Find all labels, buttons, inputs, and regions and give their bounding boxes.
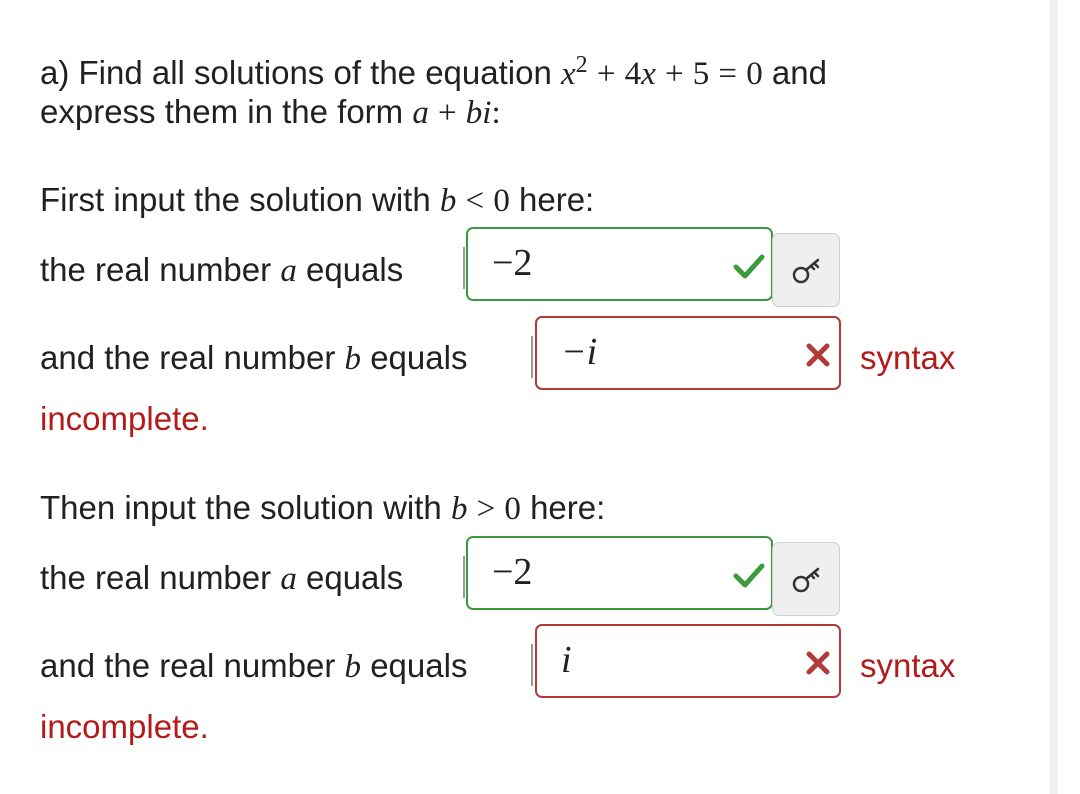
part2-b-label-suffix: equals [370,647,468,684]
part1-a-input[interactable]: −2 [466,227,773,301]
part1-a-label-var: a [280,253,297,289]
part1-a-label-suffix: equals [305,251,404,288]
part2-a-label: the real number a equals [40,558,403,599]
part2-b-cursor [531,644,533,686]
part2-b-status: syntax [860,647,956,684]
part1-b-label-suffix: equals [370,339,468,376]
part1-b-status: syntax [860,339,956,376]
part2-intro-op: > [476,491,496,527]
part1-a-label: the real number a equals [40,250,403,291]
part2-a-syntax-help-button[interactable] [772,542,840,616]
part1-intro-val: 0 [493,183,510,219]
equation: x2 + 4x + 5 = 0 [561,52,772,92]
question-prefix: a) Find all solutions of the equation [40,54,552,91]
part1-a-syntax-help-button[interactable] [772,233,840,307]
eq-equals: = [718,56,738,92]
scrollbar-track[interactable] [1050,0,1058,794]
part2-a-label-suffix: equals [305,559,404,596]
part2-a-value: −2 [492,551,533,593]
eq-constant: 5 [692,56,710,92]
part1-b-label: and the real number b equals [40,338,467,379]
eq-x: x [561,56,576,92]
eq-coef: 4 [624,56,642,92]
part2-intro-prefix: Then input the solution with [40,489,442,526]
part2-b-label-var: b [344,649,362,685]
eq-rhs: 0 [746,56,763,92]
part2-b-label-prefix: and the real number [40,647,336,684]
part1-intro-prefix: First input the solution with [40,181,431,218]
key-icon [792,258,820,284]
cross-icon [806,651,830,675]
form-b: b [465,95,483,131]
part1-b-label-prefix: and the real number [40,339,336,376]
check-icon [733,254,765,279]
part1-intro: First input the solution with b < 0 here… [40,180,594,221]
form-colon: : [491,95,501,131]
part2-intro-val: 0 [504,491,521,527]
part2-b-input[interactable]: i [535,624,841,698]
question-line-1: a) Find all solutions of the equation x2… [40,45,827,94]
part2-b-label: and the real number b equals [40,646,467,687]
form-plus: + [438,95,457,131]
question-line-2: express them in the form a + bi: [40,92,501,133]
part2-intro-suffix: here: [530,489,606,526]
cross-icon [806,343,830,367]
part2-intro-var: b [450,491,468,527]
form-prefix: express them in the form [40,93,404,130]
part1-a-value: −2 [492,242,533,284]
part2-intro: Then input the solution with b > 0 here: [40,488,605,529]
eq-x-linear: x [641,56,656,92]
part2-a-label-var: a [280,561,297,597]
eq-exponent: 2 [575,52,588,78]
part2-a-label-prefix: the real number [40,559,272,596]
question-suffix: and [771,54,827,91]
part1-b-label-var: b [344,341,362,377]
part1-intro-var: b [439,183,457,219]
part2-feedback: incomplete. [40,708,209,745]
form-a: a [412,95,429,131]
part1-a-cursor [463,247,465,289]
part2-a-cursor [463,556,465,598]
check-icon [733,563,765,588]
eq-plus-2: + [664,56,684,92]
part1-feedback: incomplete. [40,400,209,437]
eq-plus-1: + [596,56,616,92]
part1-b-value: −i [561,331,598,373]
part2-b-value: i [561,639,572,681]
part1-b-input[interactable]: −i [535,316,841,390]
part1-intro-suffix: here: [519,181,595,218]
part2-a-input[interactable]: −2 [466,536,773,610]
part1-a-label-prefix: the real number [40,251,272,288]
part1-intro-op: < [465,183,485,219]
part1-b-cursor [531,336,533,378]
key-icon [792,567,820,593]
